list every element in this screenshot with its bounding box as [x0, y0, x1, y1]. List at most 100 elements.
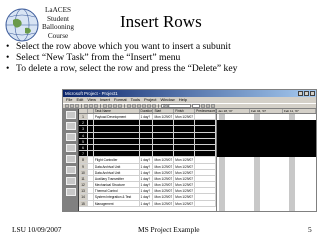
cell-id[interactable]: 9 — [79, 163, 88, 169]
split-icon[interactable] — [137, 104, 141, 108]
cell-pred[interactable] — [195, 157, 216, 163]
cell-name[interactable] — [93, 132, 140, 138]
cell-start[interactable]: Mon 1/29/07 — [153, 163, 175, 169]
assign-resources-icon[interactable] — [152, 104, 156, 108]
cell-name[interactable]: Auxiliary Transmitter — [94, 175, 140, 182]
cell-finish[interactable]: Mon 1/29/07 — [174, 188, 196, 194]
cell-id[interactable]: 10 — [79, 169, 88, 175]
cell-start[interactable] — [153, 126, 175, 132]
cell-finish[interactable] — [174, 132, 196, 138]
resource-usage-view-icon[interactable] — [65, 188, 76, 196]
resource-graph-view-icon[interactable] — [65, 166, 76, 174]
cell-finish[interactable]: Mon 1/29/07 — [174, 200, 196, 206]
cell-pred[interactable] — [195, 200, 216, 206]
font-combo[interactable]: Arial — [161, 104, 191, 108]
cell-start[interactable]: Mon 1/29/07 — [153, 188, 175, 194]
task-info-icon[interactable] — [142, 104, 146, 108]
cell-name[interactable]: Mechanical Structure — [94, 182, 140, 188]
column-header-duration[interactable]: Duration — [140, 109, 154, 113]
cell-name[interactable] — [93, 120, 140, 126]
cell-start[interactable] — [153, 120, 175, 126]
tracking-gantt-view-icon[interactable] — [65, 155, 76, 163]
cell-pred[interactable] — [195, 163, 216, 169]
cell-pred[interactable] — [195, 182, 216, 188]
open-icon[interactable] — [70, 104, 74, 108]
cell-start[interactable]: Mon 1/29/07 — [153, 182, 175, 188]
cell-name[interactable]: Thermal Control — [94, 188, 140, 194]
cell-id[interactable]: 4 — [79, 132, 88, 138]
cell-dur[interactable] — [139, 132, 154, 138]
menu-window[interactable]: Window — [160, 97, 174, 103]
resource-sheet-view-icon[interactable] — [65, 177, 76, 185]
cell-name[interactable] — [93, 144, 140, 151]
cell-id[interactable]: 3 — [79, 126, 88, 132]
cell-dur[interactable]: 1 day? — [140, 188, 154, 194]
cell-finish[interactable]: Mon 1/29/07 — [174, 175, 196, 182]
cell-id[interactable]: 12 — [79, 182, 88, 188]
minimize-button[interactable] — [298, 91, 303, 96]
cell-finish[interactable]: Mon 1/29/07 — [174, 163, 196, 169]
cell-dur[interactable]: 1 day? — [140, 200, 154, 206]
cell-pred[interactable] — [195, 114, 216, 120]
column-header-start[interactable]: Start — [153, 109, 175, 113]
cell-id[interactable]: 13 — [79, 188, 88, 194]
save-icon[interactable] — [75, 104, 79, 108]
cell-dur[interactable] — [139, 144, 154, 151]
table-row[interactable]: 15 Management 1 day? Mon 1/29/07 Mon 1/29/07 — [79, 200, 216, 207]
cell-finish[interactable] — [174, 144, 196, 151]
cell-start[interactable]: Mon 1/29/07 — [153, 157, 175, 163]
menu-format[interactable]: Format — [114, 97, 127, 103]
calendar-view-icon[interactable] — [65, 111, 76, 119]
cell-finish[interactable] — [174, 126, 196, 132]
spelling-icon[interactable] — [94, 104, 98, 108]
cell-name[interactable] — [93, 126, 140, 132]
menu-tools[interactable]: Tools — [131, 97, 140, 103]
cell-name[interactable]: Management — [94, 200, 140, 206]
cell-pred[interactable] — [195, 132, 216, 138]
undo-icon[interactable] — [118, 104, 122, 108]
cell-pred[interactable] — [195, 188, 216, 194]
cell-pred[interactable] — [195, 169, 216, 175]
bold-icon[interactable] — [201, 104, 205, 108]
cell-dur[interactable]: 1 day? — [140, 194, 154, 200]
cell-finish[interactable] — [174, 151, 196, 157]
preview-icon[interactable] — [89, 104, 93, 108]
cell-id[interactable]: 8 — [79, 157, 88, 163]
cell-start[interactable]: Mon 1/29/07 — [153, 169, 175, 175]
cell-pred[interactable] — [195, 151, 216, 157]
font-size-combo[interactable] — [192, 104, 200, 108]
italic-icon[interactable] — [206, 104, 210, 108]
cell-pred[interactable] — [195, 194, 216, 200]
menu-project[interactable]: Project — [144, 97, 156, 103]
cell-start[interactable] — [153, 151, 175, 157]
cell-finish[interactable]: Mon 1/29/07 — [174, 194, 196, 200]
cell-dur[interactable]: 1 day? — [140, 163, 154, 169]
cell-start[interactable]: Mon 1/29/07 — [153, 200, 175, 206]
menu-insert[interactable]: Insert — [100, 97, 110, 103]
column-header-id[interactable] — [79, 109, 88, 113]
cell-finish[interactable] — [174, 120, 196, 126]
cell-start[interactable] — [153, 132, 175, 138]
cell-id[interactable]: 6 — [79, 144, 88, 151]
cell-name[interactable]: Payload Development — [94, 114, 140, 120]
underline-icon[interactable] — [211, 104, 215, 108]
menu-help[interactable]: Help — [179, 97, 187, 103]
copy-icon[interactable] — [108, 104, 112, 108]
unlink-icon[interactable] — [132, 104, 136, 108]
cell-id[interactable]: 15 — [79, 200, 88, 206]
gantt-view-icon[interactable] — [65, 122, 76, 130]
cell-dur[interactable]: 1 day? — [140, 157, 154, 163]
cell-dur[interactable]: 1 day? — [140, 169, 154, 175]
cell-id[interactable]: 2 — [79, 120, 88, 126]
network-view-icon[interactable] — [65, 133, 76, 141]
cell-pred[interactable] — [195, 120, 216, 126]
paste-icon[interactable] — [113, 104, 117, 108]
cell-dur[interactable]: 1 day? — [140, 175, 154, 182]
cell-dur[interactable] — [139, 126, 154, 132]
task-usage-view-icon[interactable] — [65, 144, 76, 152]
cell-name[interactable] — [93, 138, 140, 144]
cell-dur[interactable] — [139, 151, 154, 157]
cell-pred[interactable] — [195, 175, 216, 182]
cell-name[interactable]: Data Archival Unit — [94, 163, 140, 169]
cell-id[interactable]: 5 — [79, 138, 88, 144]
